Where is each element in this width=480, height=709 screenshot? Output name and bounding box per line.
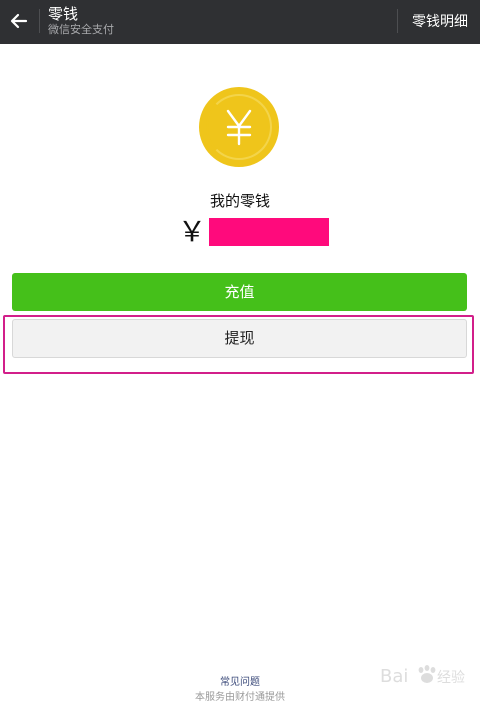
change-details-link[interactable]: 零钱明细: [412, 0, 468, 44]
currency-symbol: ￥: [178, 215, 207, 248]
header-divider-left: [39, 9, 40, 33]
svg-text:经验: 经验: [437, 670, 465, 686]
header-divider-right: [397, 9, 398, 33]
top-bar: 零钱 微信安全支付 零钱明细: [0, 0, 480, 44]
coin-ring: [206, 94, 272, 160]
balance-row: ￥: [178, 215, 330, 248]
arrow-left-icon: [10, 13, 28, 29]
back-button[interactable]: [6, 6, 32, 36]
withdraw-button[interactable]: 提现: [12, 319, 467, 358]
wallet-label: 我的零钱: [209, 192, 270, 210]
page-title: 零钱: [48, 5, 79, 23]
top-up-button[interactable]: 充值: [12, 273, 467, 311]
coin-icon: [199, 87, 279, 167]
page-subtitle: 微信安全支付: [48, 23, 114, 36]
svg-text:Bai: Bai: [380, 666, 408, 687]
redacted-balance: [209, 218, 330, 246]
baidu-watermark-logo: Bai 经验: [380, 665, 465, 687]
